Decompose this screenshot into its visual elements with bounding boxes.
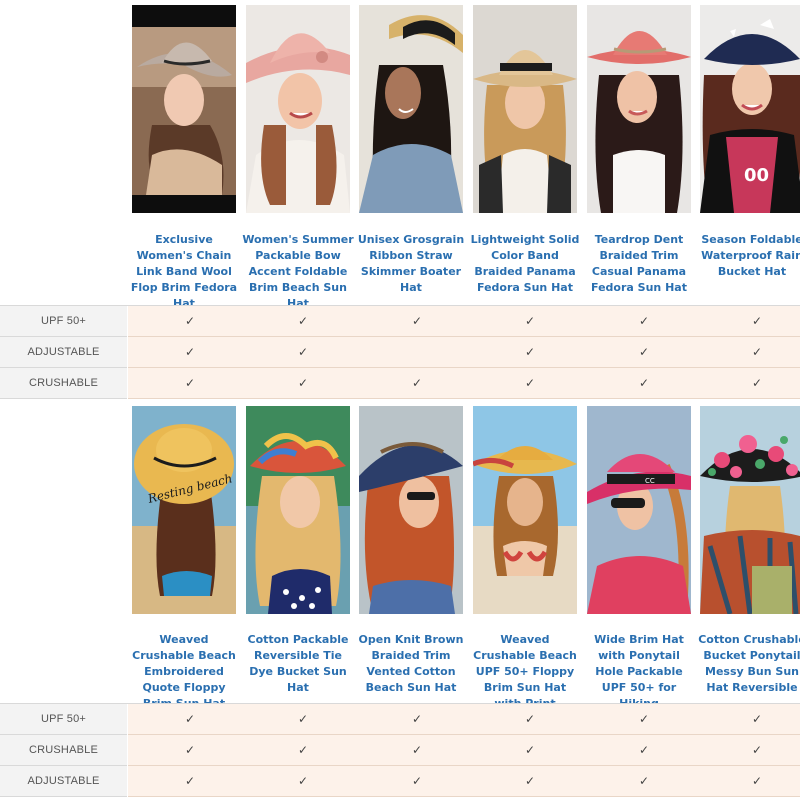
check-mark-icon: ✓ bbox=[751, 712, 763, 726]
feature-row-2-adjustable: ADJUSTABLE ✓ ✓ ✓ ✓ ✓ ✓ bbox=[0, 766, 800, 797]
check-mark-icon: ✓ bbox=[297, 345, 309, 359]
row-cells: ✓ ✓ ✓ ✓ ✓ ✓ bbox=[128, 766, 800, 797]
row-label: ADJUSTABLE bbox=[0, 766, 127, 797]
check-mark-icon: ✓ bbox=[184, 314, 196, 328]
woman-navy-rain-bucket-photo: 00 bbox=[700, 5, 800, 213]
feature-row-1-crushable: CRUSHABLE ✓ ✓ ✓ ✓ ✓ ✓ bbox=[0, 368, 800, 399]
product-title-8[interactable]: Cotton Packable Reversible Tie Dye Bucke… bbox=[242, 632, 354, 696]
row-cells: ✓ ✓ ✓ ✓ ✓ ✓ bbox=[128, 306, 800, 337]
woman-straw-boater-photo bbox=[359, 5, 463, 213]
check-mark-icon: ✓ bbox=[411, 712, 423, 726]
woman-knit-navy-hat-photo bbox=[359, 406, 463, 614]
row-cells: ✓ ✓ ✓ ✓ ✓ ✓ bbox=[128, 368, 800, 399]
feature-row-1-upf: UPF 50+ ✓ ✓ ✓ ✓ ✓ ✓ bbox=[0, 306, 800, 337]
check-mark-icon: ✓ bbox=[297, 376, 309, 390]
check-mark-icon: ✓ bbox=[638, 712, 650, 726]
product-title-5[interactable]: Teardrop Dent Braided Trim Casual Panama… bbox=[583, 232, 695, 296]
product-title-7[interactable]: Weaved Crushable Beach Embroidered Quote… bbox=[128, 632, 240, 712]
image-row-2: Resting beach face bbox=[0, 406, 800, 614]
woman-floral-bucket-photo bbox=[700, 406, 800, 614]
feature-row-2-crushable: CRUSHABLE ✓ ✓ ✓ ✓ ✓ ✓ bbox=[0, 735, 800, 766]
check-mark-icon: ✓ bbox=[297, 743, 309, 757]
woman-wool-fedora-photo bbox=[132, 5, 236, 213]
check-mark-icon: ✓ bbox=[638, 743, 650, 757]
row-label: CRUSHABLE bbox=[0, 735, 127, 766]
product-title-3[interactable]: Unisex Grosgrain Ribbon Straw Skimmer Bo… bbox=[355, 232, 467, 296]
check-mark-icon: ✓ bbox=[524, 774, 536, 788]
product-image-5[interactable] bbox=[587, 5, 691, 213]
feature-grid-2: UPF 50+ ✓ ✓ ✓ ✓ ✓ ✓ CRUSHABLE ✓ ✓ ✓ ✓ ✓ ✓ ADJUSTAB… bbox=[0, 703, 800, 798]
check-mark-icon: ✓ bbox=[184, 774, 196, 788]
check-mark-icon: ✓ bbox=[411, 774, 423, 788]
check-mark-icon: ✓ bbox=[184, 743, 196, 757]
woman-tie-dye-bucket-photo bbox=[246, 406, 350, 614]
check-mark-icon: ✓ bbox=[751, 774, 763, 788]
product-image-12[interactable] bbox=[700, 406, 800, 614]
woman-floppy-quote-hat-photo: Resting beach face bbox=[132, 406, 236, 614]
product-image-11[interactable]: CC bbox=[587, 406, 691, 614]
product-image-9[interactable] bbox=[359, 406, 463, 614]
row-label: UPF 50+ bbox=[0, 306, 127, 337]
check-mark-icon: ✓ bbox=[638, 376, 650, 390]
check-mark-icon: ✓ bbox=[524, 376, 536, 390]
feature-row-2-upf: UPF 50+ ✓ ✓ ✓ ✓ ✓ ✓ bbox=[0, 704, 800, 735]
check-mark-icon: ✓ bbox=[184, 345, 196, 359]
product-image-8[interactable] bbox=[246, 406, 350, 614]
product-title-6[interactable]: Season Foldable Waterproof Rain Bucket H… bbox=[696, 232, 800, 280]
check-mark-icon: ✓ bbox=[524, 314, 536, 328]
comparison-section-2: Resting beach face bbox=[0, 400, 800, 800]
feature-grid-1: UPF 50+ ✓ ✓ ✓ ✓ ✓ ✓ ADJUSTABLE ✓ ✓ ✓ ✓ ✓ CRUSHABL… bbox=[0, 305, 800, 399]
check-mark-icon: ✓ bbox=[411, 743, 423, 757]
product-title-2[interactable]: Women's Summer Packable Bow Accent Folda… bbox=[242, 232, 354, 312]
product-title-4[interactable]: Lightweight Solid Color Band Braided Pan… bbox=[469, 232, 581, 296]
row-label: UPF 50+ bbox=[0, 704, 127, 735]
comparison-section-1: 00 Exclusive Women's Chain Link Band Woo… bbox=[0, 0, 800, 400]
product-title-10[interactable]: Weaved Crushable Beach UPF 50+ Floppy Br… bbox=[469, 632, 581, 712]
product-title-9[interactable]: Open Knit Brown Braided Trim Vented Cott… bbox=[355, 632, 467, 696]
check-mark-icon: ✓ bbox=[751, 743, 763, 757]
image-row-1: 00 bbox=[0, 5, 800, 213]
check-mark-icon: ✓ bbox=[524, 743, 536, 757]
check-mark-icon: ✓ bbox=[751, 345, 763, 359]
woman-hiking-ponytail-hat-photo: CC bbox=[587, 406, 691, 614]
product-image-3[interactable] bbox=[359, 5, 463, 213]
check-mark-icon: ✓ bbox=[411, 376, 423, 390]
svg-text:00: 00 bbox=[744, 165, 769, 186]
hat-logo-text: CC bbox=[645, 477, 655, 485]
product-image-10[interactable] bbox=[473, 406, 577, 614]
product-image-2[interactable] bbox=[246, 5, 350, 213]
row-cells: ✓ ✓ ✓ ✓ ✓ bbox=[128, 337, 800, 368]
product-image-1[interactable] bbox=[132, 5, 236, 213]
woman-pink-fedora-photo bbox=[587, 5, 691, 213]
row-label: CRUSHABLE bbox=[0, 368, 127, 399]
product-image-6[interactable]: 00 bbox=[700, 5, 800, 213]
woman-print-floppy-hat-photo bbox=[473, 406, 577, 614]
check-mark-icon: ✓ bbox=[638, 345, 650, 359]
check-mark-icon: ✓ bbox=[297, 712, 309, 726]
product-title-11[interactable]: Wide Brim Hat with Ponytail Hole Packabl… bbox=[583, 632, 695, 712]
check-mark-icon: ✓ bbox=[297, 314, 309, 328]
check-mark-icon: ✓ bbox=[411, 314, 423, 328]
check-mark-icon: ✓ bbox=[751, 376, 763, 390]
check-mark-icon: ✓ bbox=[184, 712, 196, 726]
product-title-1[interactable]: Exclusive Women's Chain Link Band Wool F… bbox=[128, 232, 240, 312]
woman-pink-sun-hat-photo bbox=[246, 5, 350, 213]
check-mark-icon: ✓ bbox=[184, 376, 196, 390]
check-mark-icon: ✓ bbox=[524, 345, 536, 359]
check-mark-icon: ✓ bbox=[638, 774, 650, 788]
check-mark-icon: ✓ bbox=[297, 774, 309, 788]
check-mark-icon: ✓ bbox=[751, 314, 763, 328]
product-title-12[interactable]: Cotton Crushable Bucket Ponytail Messy B… bbox=[696, 632, 800, 696]
check-mark-icon: ✓ bbox=[638, 314, 650, 328]
product-image-7[interactable]: Resting beach face bbox=[132, 406, 236, 614]
row-cells: ✓ ✓ ✓ ✓ ✓ ✓ bbox=[128, 735, 800, 766]
product-image-4[interactable] bbox=[473, 5, 577, 213]
row-cells: ✓ ✓ ✓ ✓ ✓ ✓ bbox=[128, 704, 800, 735]
feature-row-1-adjustable: ADJUSTABLE ✓ ✓ ✓ ✓ ✓ bbox=[0, 337, 800, 368]
woman-panama-fedora-photo bbox=[473, 5, 577, 213]
check-mark-icon: ✓ bbox=[524, 712, 536, 726]
row-label: ADJUSTABLE bbox=[0, 337, 127, 368]
